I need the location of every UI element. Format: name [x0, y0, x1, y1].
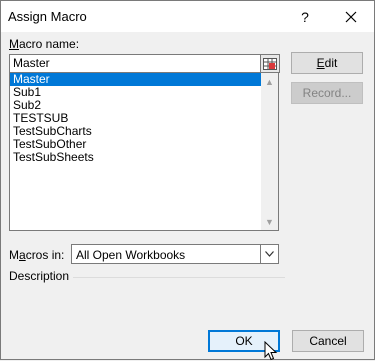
macros-in-label: Macros in: — [9, 248, 65, 262]
macros-in-select[interactable]: All Open Workbooks — [71, 244, 279, 264]
range-picker-button[interactable] — [260, 54, 280, 73]
close-icon — [345, 11, 357, 22]
macro-list-item[interactable]: Master — [10, 73, 262, 86]
description-separator — [73, 277, 285, 278]
window-title: Assign Macro — [8, 9, 87, 24]
macros-in-value: All Open Workbooks — [76, 248, 186, 262]
edit-button[interactable]: Edit — [291, 52, 363, 74]
macro-name-input[interactable] — [9, 54, 267, 73]
macro-list: Master Sub1 Sub2 TESTSUB TestSubCharts TestSu… — [10, 73, 262, 164]
range-picker-icon — [263, 57, 277, 70]
macro-name-label: Macro name: — [9, 37, 80, 51]
description-label: Description — [9, 269, 70, 283]
dropdown-button[interactable] — [260, 245, 278, 263]
title-bar: Assign Macro ? — [1, 1, 374, 32]
scroll-down-icon[interactable]: ▼ — [261, 213, 278, 230]
record-button[interactable]: Record... — [291, 82, 363, 104]
assign-macro-dialog: Assign Macro ? Macro name: MasterSub1Sub… — [0, 0, 375, 361]
close-button[interactable] — [328, 1, 374, 32]
macro-listbox[interactable]: Master Sub1 Sub2 TESTSUB TestSubCharts TestSu… — [9, 72, 279, 231]
scroll-up-icon[interactable]: ▲ — [261, 73, 278, 90]
help-icon: ? — [301, 8, 309, 25]
cancel-button[interactable]: Cancel — [292, 330, 364, 352]
help-button[interactable]: ? — [282, 1, 328, 32]
macro-list-item[interactable]: TestSubSheets — [10, 151, 262, 164]
chevron-down-icon — [265, 251, 274, 257]
mouse-cursor-icon — [264, 341, 278, 361]
macro-list-item[interactable]: Sub1 — [10, 86, 262, 99]
vertical-scrollbar[interactable]: ▲ ▼ — [261, 73, 278, 230]
